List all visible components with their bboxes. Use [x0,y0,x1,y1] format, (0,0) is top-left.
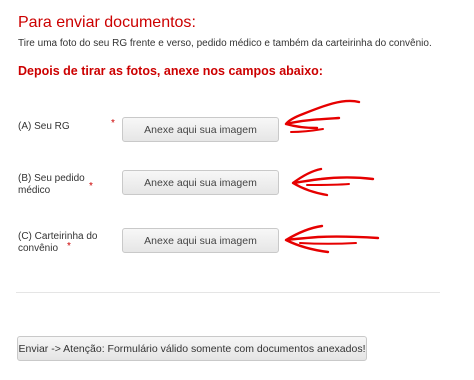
upload-instruction: Depois de tirar as fotos, anexe nos camp… [18,64,323,78]
upload-carteirinha-button[interactable]: Anexe aqui sua imagem [122,228,279,253]
field-label-carteirinha: (C) Carteirinha do convênio [18,231,97,255]
required-mark-pedido-medico: * [89,181,93,192]
field-label-carteirinha-line2: convênio [18,243,59,254]
hand-drawn-arrow-left-icon [291,167,375,197]
page-title: Para enviar documentos: [18,14,196,32]
field-label-pedido-medico-line1: (B) Seu pedido [18,173,85,184]
page-title-colon: : [191,14,196,31]
upload-rg-button[interactable]: Anexe aqui sua imagem [122,117,279,142]
field-label-rg: (A) Seu RG [18,121,70,133]
form-divider [16,292,440,293]
field-label-pedido-medico-line2: médico [18,185,51,196]
upload-pedido-medico-button[interactable]: Anexe aqui sua imagem [122,170,279,195]
hand-drawn-arrow-left-icon [284,224,380,254]
field-label-rg-text: (A) Seu RG [18,121,70,132]
field-label-pedido-medico: (B) Seu pedido médico [18,173,85,197]
required-mark-carteirinha: * [67,241,71,252]
page-subtitle: Tire uma foto do seu RG frente e verso, … [18,38,432,49]
hand-drawn-arrow-left-icon [284,99,361,133]
submit-button[interactable]: Enviar -> Atenção: Formulário válido som… [17,336,367,361]
field-label-carteirinha-line1: (C) Carteirinha do [18,231,98,242]
required-mark-rg: * [111,118,115,129]
page-title-text: Para enviar documentos [18,14,192,31]
